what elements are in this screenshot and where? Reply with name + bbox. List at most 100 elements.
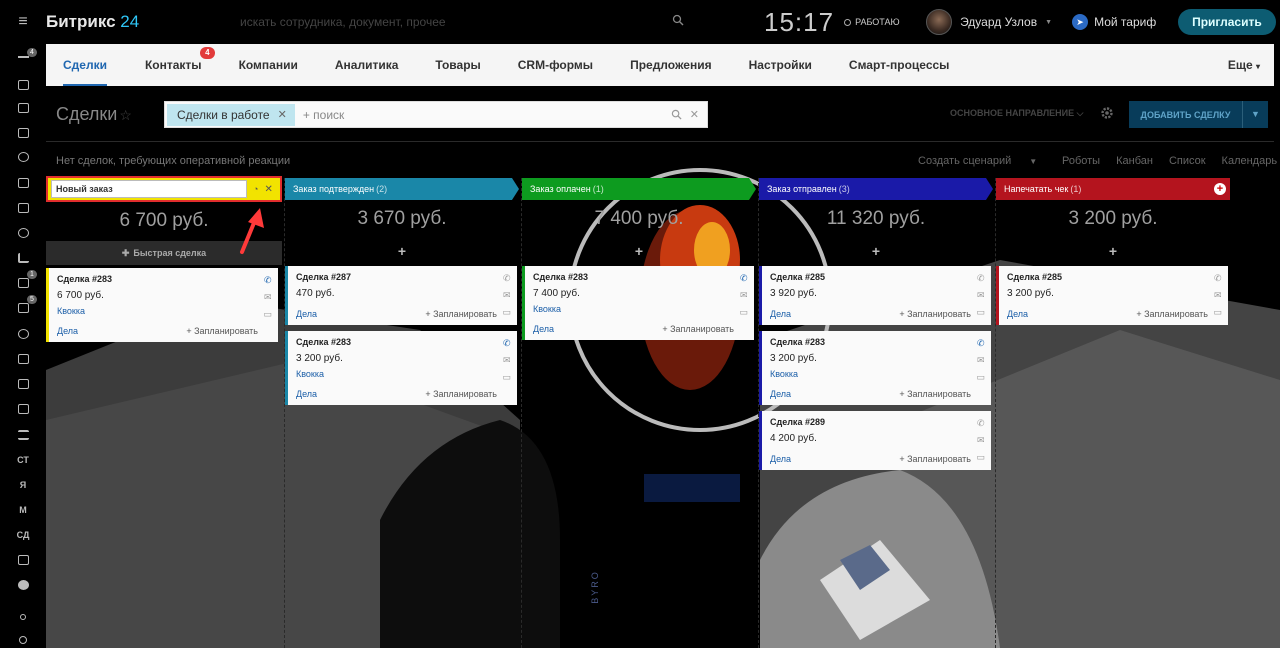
- deal-card[interactable]: Сделка #283 6 700 руб. Квокка Дела + Запл…: [46, 268, 278, 342]
- create-scenario[interactable]: Создать сценарий ▼: [918, 155, 1037, 167]
- tab-companies[interactable]: Компании: [239, 58, 298, 72]
- tab-more[interactable]: Еще ▾: [1228, 58, 1260, 72]
- deal-title[interactable]: Сделка #287: [296, 272, 517, 282]
- deal-title[interactable]: Сделка #283: [533, 272, 754, 282]
- schedule-button[interactable]: + Запланировать: [425, 389, 497, 399]
- store-icon[interactable]: [15, 402, 31, 416]
- mail-icon[interactable]: ✉: [977, 354, 985, 366]
- deal-activities[interactable]: Дела: [296, 389, 317, 399]
- phone-icon[interactable]: ✆: [1214, 272, 1222, 284]
- mail-icon[interactable]: ✉: [503, 354, 511, 366]
- clear-icon[interactable]: ✕: [690, 108, 699, 121]
- filter-menu-icon[interactable]: 4: [15, 48, 37, 68]
- leftmenu-item-st[interactable]: СТ: [15, 453, 31, 467]
- deal-activities[interactable]: Дела: [296, 309, 317, 319]
- deal-activities[interactable]: Дела: [770, 454, 791, 464]
- add-deal-plus[interactable]: +: [996, 239, 1230, 263]
- chat-icon[interactable]: ▭: [1213, 306, 1222, 318]
- add-deal-button[interactable]: ДОБАВИТЬ СДЕЛКУ ▼: [1129, 101, 1268, 128]
- mail-icon[interactable]: ✉: [740, 289, 748, 301]
- add-deal-plus[interactable]: +: [522, 239, 756, 263]
- filter-search[interactable]: Сделки в работе ✕ + поиск ✕: [164, 101, 708, 128]
- document-icon[interactable]: [15, 553, 31, 567]
- global-search[interactable]: искать сотрудника, документ, прочее: [240, 10, 684, 34]
- phone-icon[interactable]: ✆: [977, 272, 985, 284]
- deal-card[interactable]: Сделка #283 3 200 руб. Квокка Дела + Запл…: [759, 331, 991, 405]
- book-icon[interactable]: [15, 126, 31, 140]
- stage-name-input[interactable]: Новый заказ: [51, 180, 247, 198]
- settings-sliders-icon[interactable]: [15, 428, 31, 442]
- schedule-button[interactable]: + Запланировать: [186, 326, 258, 336]
- chat-icon[interactable]: ▭: [976, 306, 985, 318]
- phone-icon[interactable]: ✆: [977, 337, 985, 349]
- calendar-icon[interactable]: [15, 176, 31, 190]
- stage-header[interactable]: Заказ подтвержден (2): [285, 178, 519, 200]
- history-icon[interactable]: [15, 327, 31, 341]
- deal-activities[interactable]: Дела: [533, 324, 554, 334]
- chat-icon[interactable]: ▭: [263, 308, 272, 320]
- schedule-button[interactable]: + Запланировать: [899, 454, 971, 464]
- phone-icon[interactable]: ✆: [264, 274, 272, 286]
- tab-smart-processes[interactable]: Смарт-процессы: [849, 58, 950, 72]
- deal-activities[interactable]: Дела: [57, 326, 78, 336]
- apps-icon[interactable]: [15, 377, 31, 391]
- deal-client[interactable]: Квокка: [57, 306, 278, 316]
- tasks-icon[interactable]: [15, 101, 31, 115]
- phone-icon[interactable]: ✆: [977, 417, 985, 429]
- mail-icon[interactable]: ✉: [977, 289, 985, 301]
- tab-analytics[interactable]: Аналитика: [335, 58, 399, 72]
- gear-icon[interactable]: [1100, 106, 1114, 120]
- bitrix-logo[interactable]: Битрикс 24: [46, 12, 146, 32]
- cart-icon[interactable]: [15, 352, 31, 366]
- tariff-link[interactable]: ➤ Мой тариф: [1072, 14, 1178, 30]
- tab-contacts[interactable]: Контакты 4: [145, 47, 215, 72]
- drive-icon[interactable]: [15, 201, 31, 215]
- leftmenu-item-ya[interactable]: Я: [15, 478, 31, 492]
- schedule-button[interactable]: + Запланировать: [899, 389, 971, 399]
- add-deal-plus[interactable]: +: [759, 239, 993, 263]
- filter-chip[interactable]: Сделки в работе ✕: [167, 103, 295, 126]
- expand-down-icon[interactable]: [15, 578, 31, 592]
- mail-icon[interactable]: ✉: [977, 434, 985, 446]
- deal-activities[interactable]: Дела: [1007, 309, 1028, 319]
- deal-title[interactable]: Сделка #283: [57, 274, 278, 284]
- clock[interactable]: 15:17: [764, 7, 834, 38]
- filter-search-input[interactable]: + поиск: [303, 108, 344, 122]
- mail-icon[interactable]: ✉: [264, 291, 272, 303]
- menu-icon[interactable]: ≡: [0, 13, 46, 31]
- pipeline-selector[interactable]: ОСНОВНОЕ НАПРАВЛЕНИЕ ⌵: [950, 108, 1083, 119]
- color-picker-icon[interactable]: ◔: [253, 184, 258, 194]
- tab-products[interactable]: Товары: [435, 58, 480, 72]
- leftmenu-item-sd[interactable]: СД: [15, 528, 31, 542]
- gear-small-icon[interactable]: [15, 634, 31, 648]
- deal-title[interactable]: Сделка #285: [1007, 272, 1228, 282]
- deal-title[interactable]: Сделка #283: [770, 337, 991, 347]
- stage-header[interactable]: Напечатать чек (1) +: [996, 178, 1230, 200]
- deal-card[interactable]: Сделка #289 4 200 руб. Дела + Запланирова…: [759, 411, 991, 470]
- phone-icon[interactable]: ✆: [740, 272, 748, 284]
- mail-icon[interactable]: 5: [15, 295, 37, 315]
- close-icon[interactable]: ✕: [278, 108, 287, 121]
- tab-crm-forms[interactable]: CRM-формы: [518, 58, 593, 72]
- deal-card[interactable]: Сделка #283 3 200 руб. Квокка Дела + Запл…: [285, 331, 517, 405]
- tab-settings[interactable]: Настройки: [749, 58, 812, 72]
- stage-header[interactable]: Заказ оплачен (1): [522, 178, 756, 200]
- deal-title[interactable]: Сделка #289: [770, 417, 991, 427]
- work-status[interactable]: РАБОТАЮ: [844, 17, 908, 27]
- inbox-icon[interactable]: 1: [15, 270, 37, 290]
- sitemap-icon[interactable]: [15, 612, 31, 626]
- deal-client[interactable]: Квокка: [296, 369, 517, 379]
- deal-card[interactable]: Сделка #283 7 400 руб. Квокка Дела + Запл…: [522, 266, 754, 340]
- chat-icon[interactable]: ▭: [976, 371, 985, 383]
- deal-client[interactable]: Квокка: [770, 369, 991, 379]
- search-icon[interactable]: [672, 14, 684, 26]
- chat-icon[interactable]: ▭: [739, 306, 748, 318]
- add-deal-menu-icon[interactable]: ▼: [1242, 101, 1268, 128]
- car-icon[interactable]: [15, 78, 31, 92]
- chat-icon[interactable]: ▭: [502, 371, 511, 383]
- phone-icon[interactable]: ✆: [503, 272, 511, 284]
- crm-icon[interactable]: [15, 150, 31, 164]
- add-stage-icon[interactable]: +: [1214, 183, 1226, 195]
- deal-title[interactable]: Сделка #283: [296, 337, 517, 347]
- deal-card[interactable]: Сделка #285 3 920 руб. Дела + Запланирова…: [759, 266, 991, 325]
